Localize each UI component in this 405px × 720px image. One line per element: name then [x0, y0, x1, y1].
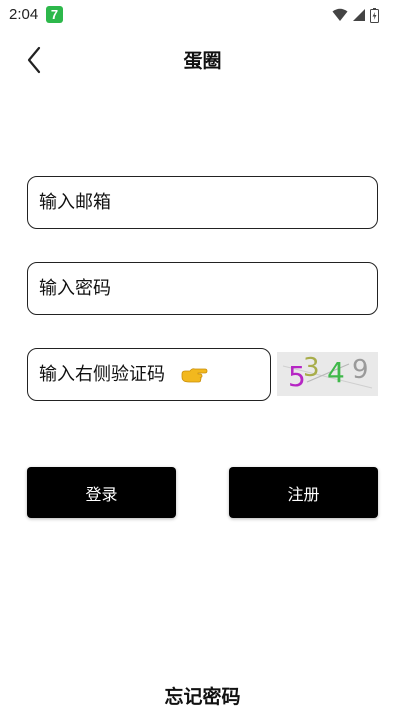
captcha-input[interactable]	[28, 349, 270, 400]
register-button[interactable]: 注册	[229, 467, 378, 518]
email-input[interactable]	[28, 177, 377, 228]
forgot-password-link[interactable]: 忘记密码	[0, 682, 405, 709]
app-notification-badge: 7	[46, 6, 63, 23]
header: 蛋圈	[0, 36, 405, 80]
captcha-image[interactable]: 5 3 4 9	[277, 352, 378, 396]
status-time: 2:04	[9, 6, 39, 23]
login-button[interactable]: 登录	[27, 467, 176, 518]
status-bar: 2:04 7	[0, 0, 405, 30]
password-input[interactable]	[28, 263, 377, 314]
captcha-digit: 4	[327, 356, 345, 389]
cell-signal-icon	[353, 9, 365, 21]
password-field-container	[27, 262, 378, 315]
pointing-hand-icon	[181, 368, 208, 383]
captcha-field-container	[27, 348, 271, 401]
battery-icon	[370, 7, 379, 23]
captcha-digit: 3	[303, 353, 320, 383]
wifi-icon	[332, 8, 348, 21]
captcha-digit: 9	[352, 355, 369, 385]
email-field-container	[27, 176, 378, 229]
page-title: 蛋圈	[183, 50, 222, 72]
status-icons	[332, 7, 379, 23]
